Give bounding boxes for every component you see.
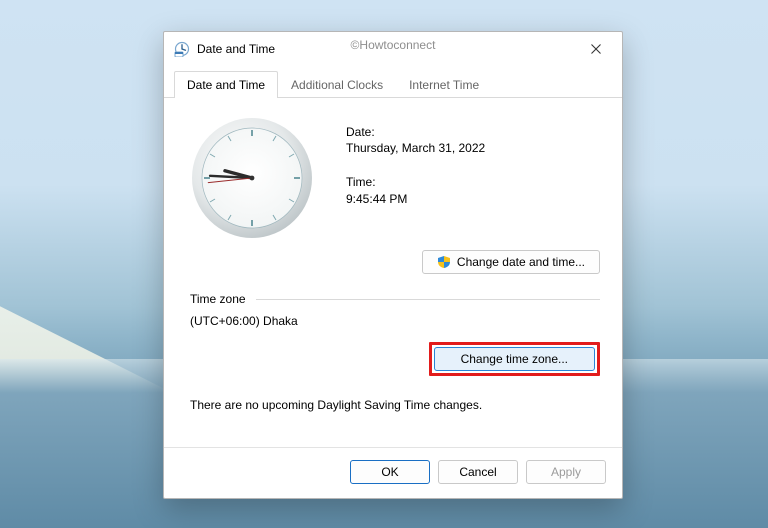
dst-note: There are no upcoming Daylight Saving Ti… — [190, 398, 600, 412]
tab-date-and-time[interactable]: Date and Time — [174, 71, 278, 98]
titlebar: Date and Time ©Howtoconnect — [164, 32, 622, 66]
date-time-info: Date: Thursday, March 31, 2022 Time: 9:4… — [346, 114, 485, 240]
change-date-time-label: Change date and time... — [457, 255, 585, 269]
tutorial-highlight: Change time zone... — [429, 342, 600, 376]
clock-titlebar-icon — [174, 41, 190, 57]
tab-bar: Date and Time Additional Clocks Internet… — [164, 70, 622, 98]
close-icon — [591, 44, 601, 54]
apply-button[interactable]: Apply — [526, 460, 606, 484]
tab-additional-clocks[interactable]: Additional Clocks — [278, 71, 396, 98]
window-title: Date and Time — [197, 42, 275, 56]
clock-face-icon — [190, 116, 314, 240]
timezone-value: (UTC+06:00) Dhaka — [190, 314, 600, 328]
change-time-zone-button[interactable]: Change time zone... — [434, 347, 595, 371]
watermark-text: ©Howtoconnect — [351, 38, 436, 52]
tab-internet-time[interactable]: Internet Time — [396, 71, 492, 98]
time-value: 9:45:44 PM — [346, 191, 485, 207]
timezone-group-label: Time zone — [190, 292, 246, 306]
date-label: Date: — [346, 124, 485, 140]
time-label: Time: — [346, 174, 485, 190]
uac-shield-icon — [437, 255, 451, 269]
divider — [256, 299, 600, 300]
change-time-zone-label: Change time zone... — [461, 352, 568, 366]
dialog-footer: OK Cancel Apply — [164, 447, 622, 498]
analog-clock — [190, 116, 314, 240]
tab-content: Date: Thursday, March 31, 2022 Time: 9:4… — [164, 98, 622, 447]
ok-button[interactable]: OK — [350, 460, 430, 484]
cancel-button[interactable]: Cancel — [438, 460, 518, 484]
date-value: Thursday, March 31, 2022 — [346, 140, 485, 156]
timezone-group: Time zone — [190, 292, 600, 306]
change-date-time-button[interactable]: Change date and time... — [422, 250, 600, 274]
close-button[interactable] — [574, 35, 618, 63]
date-and-time-dialog: Date and Time ©Howtoconnect Date and Tim… — [163, 31, 623, 499]
